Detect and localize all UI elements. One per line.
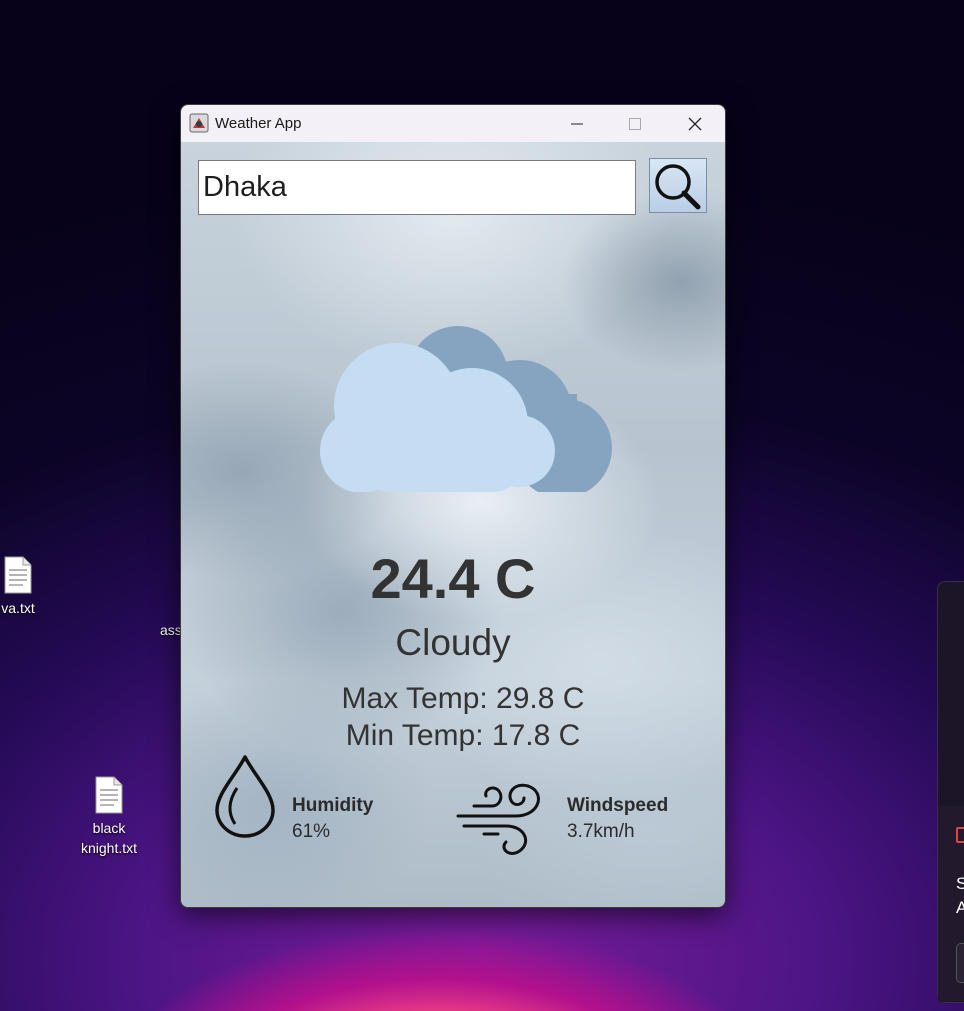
min-temperature: Min Temp: 17.8 C: [345, 719, 581, 752]
weather-description: Cloudy: [395, 622, 511, 663]
desktop-file-label: black: [92, 820, 126, 836]
minimize-icon: [571, 123, 583, 124]
notification-text: A: [956, 898, 964, 917]
desktop-file-label: va.txt: [1, 600, 35, 616]
desktop-file-label: ass: [160, 622, 182, 638]
humidity-label: Humidity: [292, 795, 374, 816]
notification-button[interactable]: [956, 943, 964, 983]
windspeed-label: Windspeed: [567, 795, 669, 816]
notification-panel[interactable]: S A: [937, 581, 964, 1003]
search-button[interactable]: [649, 158, 707, 213]
close-button[interactable]: [667, 105, 723, 142]
city-search-input[interactable]: [198, 160, 636, 215]
max-temperature: Max Temp: 29.8 C: [341, 682, 585, 715]
notification-text: S: [956, 874, 964, 893]
magnifier-icon: [655, 163, 701, 209]
cloudy-icon: [320, 326, 612, 492]
humidity-drop-icon: [215, 755, 275, 838]
app-logo-icon: [956, 827, 964, 843]
windspeed-value: 3.7km/h: [567, 821, 635, 842]
weather-app-window: Weather App Dhaka 24.4 C Cloudy Max Temp…: [180, 104, 726, 908]
wind-icon: [456, 783, 540, 855]
humidity-value: 61%: [292, 821, 331, 842]
weather-panel: 24.4 C Cloudy Max Temp: 29.8 C Min Temp:…: [181, 142, 725, 907]
desktop-file-java[interactable]: va.txt: [0, 556, 46, 618]
maximize-icon: [629, 117, 641, 130]
text-file-icon: [95, 776, 123, 814]
title-bar[interactable]: Weather App: [181, 105, 725, 142]
maximize-button[interactable]: [607, 105, 663, 142]
minimize-button[interactable]: [549, 105, 605, 142]
desktop-file-label: knight.txt: [80, 840, 138, 856]
text-file-icon: [4, 556, 32, 594]
java-app-icon: [189, 113, 209, 133]
desktop-file-black-knight[interactable]: black knight.txt: [70, 776, 148, 858]
window-title: Weather App: [215, 115, 302, 132]
temperature-text: 24.4 C: [370, 547, 536, 610]
close-icon: [688, 117, 702, 130]
